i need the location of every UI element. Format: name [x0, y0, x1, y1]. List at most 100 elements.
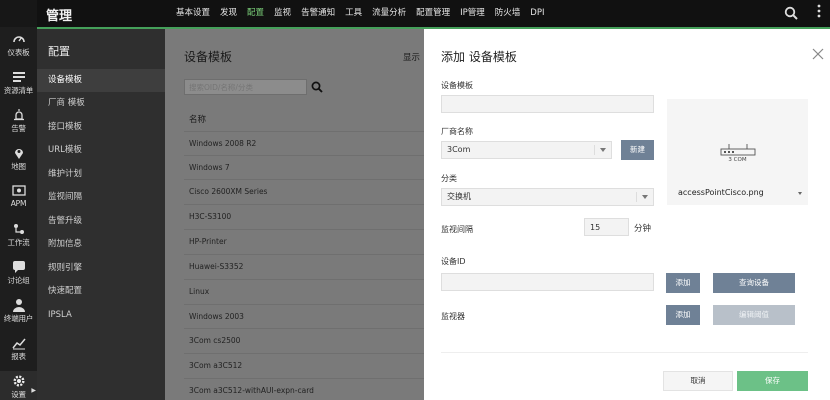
- sidebar-item-maintenance[interactable]: 维护计划: [37, 163, 165, 186]
- search-input[interactable]: [184, 79, 307, 95]
- rail-item-map[interactable]: 地图: [0, 143, 37, 181]
- monitor-label: 监视器: [441, 312, 465, 321]
- sidebar-title: 配置: [48, 45, 70, 58]
- table-row[interactable]: HP-Printer: [184, 229, 424, 253]
- top-nav-item[interactable]: DPI: [525, 0, 549, 27]
- sidebar-item-interface-template[interactable]: 接口模板: [37, 116, 165, 139]
- vendor-select[interactable]: 3Com: [441, 141, 612, 159]
- report-icon: [11, 338, 26, 350]
- rail-item-alarm[interactable]: 告警: [0, 105, 37, 143]
- apm-icon: [11, 185, 26, 196]
- table-row[interactable]: Windows 7: [184, 155, 424, 179]
- sidebar-item-ipsla[interactable]: IPSLA: [37, 304, 165, 327]
- rail-label: 工作流: [7, 238, 30, 247]
- top-nav-item[interactable]: 告警通知: [296, 0, 340, 27]
- sidebar-item-additional-info[interactable]: 附加信息: [37, 233, 165, 256]
- save-button[interactable]: 保存: [737, 371, 808, 391]
- top-nav-item-active[interactable]: 配置: [242, 0, 269, 27]
- config-sidebar: 配置 设备模板 厂商 模板 接口模板 URL模板 维护计划 监视间隔 告警升级 …: [37, 29, 165, 400]
- add-device-id-button[interactable]: 添加: [666, 273, 700, 293]
- device-image-caption: 3 COM: [728, 157, 747, 163]
- table-row[interactable]: H3C-S3100: [184, 204, 424, 228]
- new-vendor-button[interactable]: 新建: [621, 140, 654, 160]
- rail-item-dashboard[interactable]: 仪表板: [0, 29, 37, 67]
- table-row[interactable]: Windows 2003: [184, 304, 424, 328]
- query-device-button[interactable]: 查询设备: [713, 273, 795, 293]
- table-row[interactable]: Huawei-S3352: [184, 254, 424, 278]
- vendor-label: 厂商名称: [441, 127, 473, 136]
- top-nav-item[interactable]: IP管理: [455, 0, 490, 27]
- table-row[interactable]: Cisco 2600XM Series: [184, 179, 424, 203]
- gear-icon: [12, 375, 25, 387]
- template-list-area: 设备模板 显示 名称 Windows 2008 R2 Windows 7 Cis…: [165, 29, 424, 400]
- sidebar-item-device-template[interactable]: 设备模板: [37, 69, 165, 92]
- rail-logo: [0, 0, 37, 27]
- template-name-label: 设备模板: [441, 81, 473, 90]
- device-image-box[interactable]: 3 COM accessPointCisco.png: [667, 99, 808, 205]
- top-nav-item[interactable]: 配置管理: [411, 0, 455, 27]
- search-icon[interactable]: [784, 6, 798, 20]
- column-header-name[interactable]: 名称: [189, 113, 206, 125]
- chevron-down-icon: [600, 148, 606, 152]
- sidebar-item-monitor-interval[interactable]: 监视间隔: [37, 186, 165, 209]
- top-nav-item[interactable]: 流量分析: [367, 0, 411, 27]
- app-title: 管理: [46, 9, 73, 24]
- alarm-icon: [13, 109, 24, 121]
- table-row[interactable]: 3Com a3C512-withAUI-expn-card: [184, 378, 424, 400]
- table-row[interactable]: 3Com a3C512: [184, 353, 424, 377]
- cancel-button[interactable]: 取消: [663, 371, 733, 391]
- sidebar-item-vendor-template[interactable]: 厂商 模板: [37, 92, 165, 115]
- template-name-input[interactable]: [441, 95, 654, 113]
- rail-item-inventory[interactable]: 资源清单: [0, 67, 37, 105]
- rail-label: 终端用户: [3, 314, 34, 323]
- device-id-input[interactable]: [441, 273, 654, 291]
- rail-label: 讨论组: [7, 276, 30, 285]
- rail-item-report[interactable]: 报表: [0, 333, 37, 371]
- top-nav-item[interactable]: 基本设置: [171, 0, 215, 27]
- sidebar-item-quick-config[interactable]: 快速配置: [37, 280, 165, 303]
- table-row[interactable]: Windows 2008 R2: [184, 131, 424, 155]
- top-nav-item[interactable]: 工具: [340, 0, 367, 27]
- left-rail: 仪表板 资源清单 告警 地图 APM 工作流 讨论组 终端用户 报表 设置 ▶: [0, 0, 37, 400]
- panel-title: 添加 设备模板: [441, 50, 517, 64]
- category-select-value: 交换机: [447, 192, 471, 201]
- dashboard-icon: [12, 36, 25, 43]
- chevron-down-icon: [642, 195, 648, 199]
- add-template-panel: 添加 设备模板 设备模板 厂商名称 3Com 新建 分类 交换机 监视间隔 分钟…: [424, 29, 830, 400]
- top-nav-item[interactable]: 发现: [215, 0, 242, 27]
- top-nav-item[interactable]: 监视: [269, 0, 296, 27]
- monitor-interval-label: 监视间隔: [441, 225, 473, 234]
- top-nav: 基本设置 发现 配置 监视 告警通知 工具 流量分析 配置管理 IP管理 防火墙…: [171, 0, 549, 27]
- device-id-label: 设备ID: [441, 257, 466, 266]
- category-select[interactable]: 交换机: [441, 188, 654, 206]
- add-monitor-button[interactable]: 添加: [666, 305, 700, 325]
- table-row[interactable]: Linux: [184, 279, 424, 303]
- rail-item-settings[interactable]: 设置 ▶: [0, 371, 37, 400]
- chevron-down-icon[interactable]: [798, 192, 802, 195]
- sidebar-item-alarm-escalation[interactable]: 告警升级: [37, 210, 165, 233]
- search-icon[interactable]: [311, 81, 323, 93]
- interval-unit: 分钟: [634, 224, 652, 234]
- rail-item-end-user[interactable]: 终端用户: [0, 295, 37, 333]
- rail-item-apm[interactable]: APM: [0, 181, 37, 219]
- more-icon[interactable]: [812, 2, 826, 22]
- image-file-name: accessPointCisco.png: [678, 188, 764, 197]
- monitor-interval-input[interactable]: [584, 218, 629, 236]
- user-icon: [12, 299, 25, 312]
- close-icon[interactable]: [811, 47, 825, 61]
- table-row[interactable]: 3Com cs2500: [184, 328, 424, 352]
- sidebar-item-url-template[interactable]: URL模板: [37, 139, 165, 162]
- caret-right-icon: ▶: [31, 387, 36, 394]
- top-nav-item[interactable]: 防火墙: [490, 0, 526, 27]
- select-separator: [636, 192, 637, 202]
- chat-icon: [12, 261, 25, 273]
- workflow-icon: [13, 224, 24, 234]
- edit-threshold-button[interactable]: 编辑阈值: [713, 305, 795, 325]
- rail-label: 报表: [11, 352, 26, 361]
- footer-divider: [441, 352, 808, 353]
- show-label[interactable]: 显示: [403, 51, 420, 63]
- sidebar-item-rule-engine[interactable]: 规则引擎: [37, 257, 165, 280]
- rail-item-chat[interactable]: 讨论组: [0, 257, 37, 295]
- vendor-select-value: 3Com: [447, 145, 471, 154]
- rail-item-workflow[interactable]: 工作流: [0, 219, 37, 257]
